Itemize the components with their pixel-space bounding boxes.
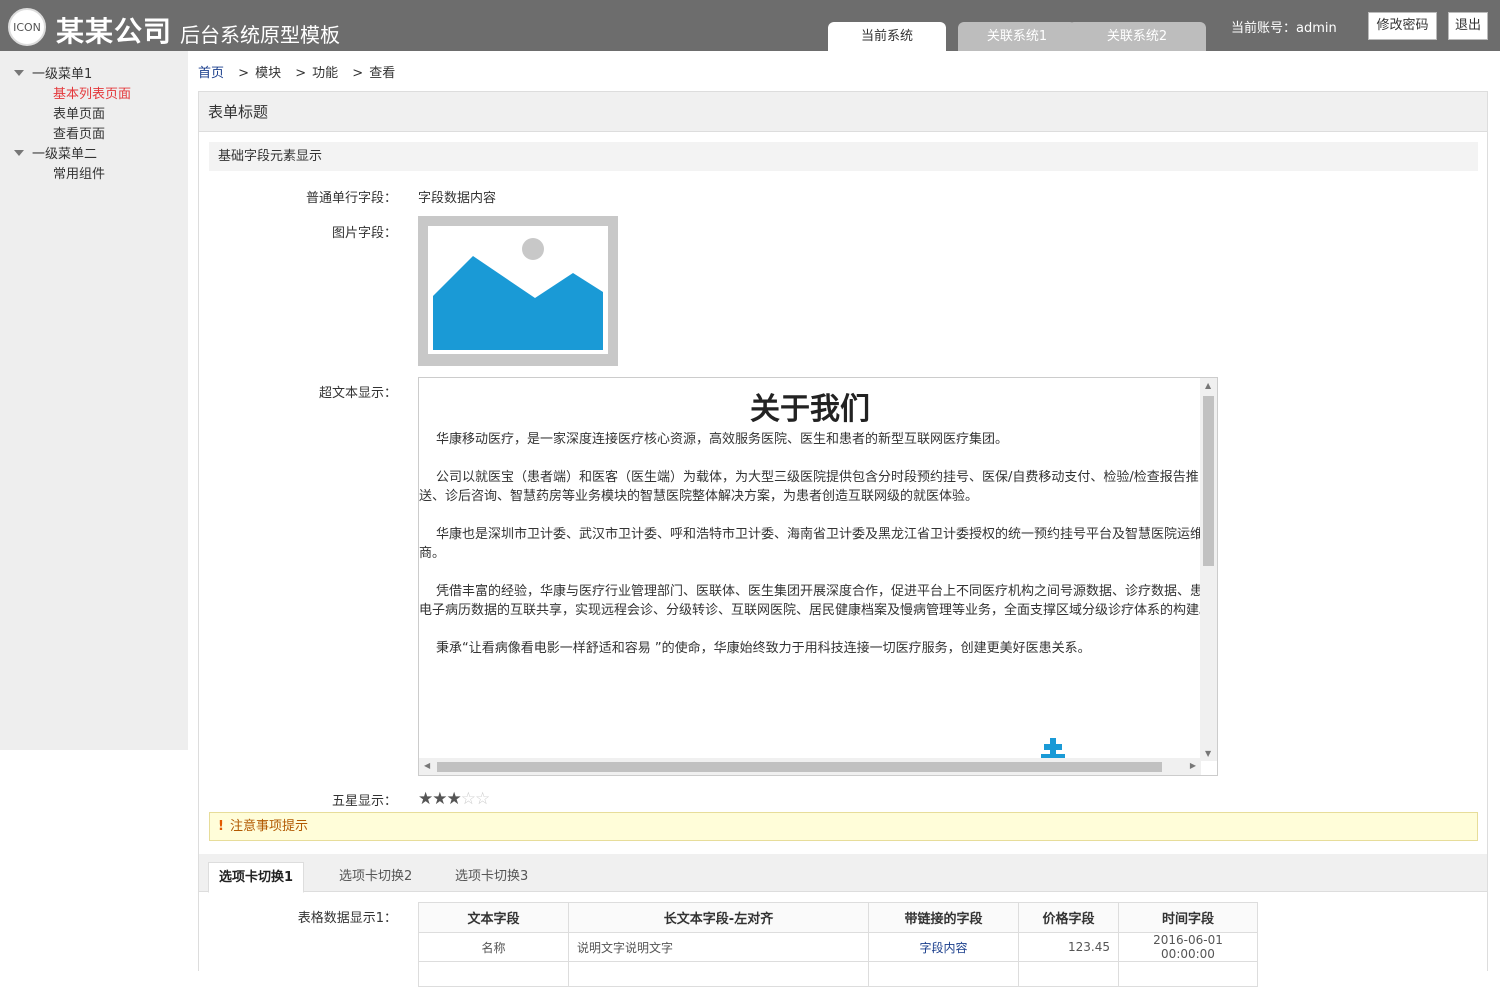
star-rating: ★★★☆☆ [418, 789, 490, 809]
tab-related-system-1[interactable]: 关联系统1 [958, 22, 1076, 51]
star-filled-icon: ★ [432, 789, 447, 809]
rich-paragraph: 华康移动医疗，是一家深度连接医疗核心资源，高效服务医院、医生和患者的新型互联网医… [436, 432, 1009, 447]
table-row [418, 961, 1258, 987]
sidebar-item-form-page[interactable]: 表单页面 [53, 103, 105, 122]
caret-down-icon [14, 150, 24, 156]
star-empty-icon: ☆ [460, 789, 476, 809]
star-filled-icon: ★ [418, 789, 433, 809]
vertical-scroll-thumb[interactable] [1203, 396, 1214, 566]
data-table: 文本字段 长文本字段-左对齐 带链接的字段 价格字段 时间字段 名称 说明文字说… [418, 902, 1258, 987]
text-field-value: 字段数据内容 [418, 191, 497, 206]
table-cell: 2016-06-01 00:00:00 [1118, 932, 1258, 962]
rich-text-label: 超文本显示： [318, 386, 397, 401]
breadcrumb-item: 查看 [369, 66, 396, 81]
table-cell [568, 961, 869, 987]
table-header[interactable]: 价格字段 [1018, 902, 1119, 933]
logo-text: ICON [13, 20, 41, 34]
medical-cross-icon [1041, 738, 1065, 758]
table-cell [1018, 961, 1119, 987]
table-cell: 123.45 [1018, 932, 1119, 962]
table-cell [1118, 961, 1258, 987]
scroll-down-icon[interactable]: ▼ [1205, 749, 1211, 758]
tab-switch-2[interactable]: 选项卡切换2 [329, 862, 422, 892]
logo-icon: ICON [8, 8, 46, 46]
table-label: 表格数据显示1： [297, 911, 397, 926]
star-empty-icon: ☆ [475, 789, 490, 809]
rich-paragraph: 秉承“让看病像看电影一样舒适和容易 ”的使命，华康始终致力于用科技连接一切医疗服… [436, 641, 1091, 656]
rich-paragraph: 公司以就医宝（患者端）和医客（医生端）为载体，为大型三级医院提供包含分时段预约挂… [419, 470, 1199, 504]
tab-related-system-2[interactable]: 关联系统2 [1068, 22, 1206, 51]
table-row: 名称 说明文字说明文字 字段内容 123.45 2016-06-01 00:00… [418, 932, 1258, 962]
table-cell [418, 961, 569, 987]
image-placeholder-icon [433, 238, 603, 350]
top-header: ICON 某某公司 后台系统原型模板 当前系统 关联系统1 关联系统2 当前账号… [0, 0, 1500, 51]
text-field-label: 普通单行字段： [305, 191, 397, 206]
table-header[interactable]: 带链接的字段 [868, 902, 1019, 933]
tab-bar: 选项卡切换1 选项卡切换2 选项卡切换3 [199, 854, 1487, 893]
scroll-left-icon[interactable]: ◀ [424, 761, 430, 770]
current-account: 当前账号：admin [1231, 21, 1337, 36]
breadcrumb-item[interactable]: 模块 [255, 66, 281, 81]
table-header[interactable]: 时间字段 [1118, 902, 1258, 933]
sidebar-group-label: 一级菜单二 [32, 147, 98, 162]
sidebar-group-2[interactable]: 一级菜单二 [14, 143, 97, 162]
logout-button[interactable]: 退出 [1448, 12, 1488, 40]
horizontal-scroll-thumb[interactable] [437, 762, 1162, 772]
star-filled-icon: ★ [446, 789, 462, 809]
system-title: 后台系统原型模板 [180, 23, 340, 47]
sidebar-group-label: 一级菜单1 [32, 67, 93, 82]
image-field-label: 图片字段： [331, 226, 397, 241]
notice-banner: ! 注意事项提示 [209, 812, 1478, 841]
rich-text-viewer[interactable]: 关于我们 华康移动医疗，是一家深度连接医疗核心资源，高效服务医院、医生和患者的新… [418, 377, 1218, 776]
breadcrumb-separator: > [352, 66, 364, 81]
table-cell-link[interactable]: 字段内容 [868, 932, 1019, 962]
scroll-up-icon[interactable]: ▲ [1205, 381, 1211, 390]
change-password-button[interactable]: 修改密码 [1368, 12, 1437, 40]
table-cell: 说明文字说明文字 [568, 932, 869, 962]
sidebar-item-common-components[interactable]: 常用组件 [53, 163, 105, 182]
caret-down-icon [14, 70, 24, 76]
table-cell [868, 961, 1019, 987]
breadcrumb-separator: > [295, 66, 307, 81]
sidebar-item-view-page[interactable]: 查看页面 [53, 123, 105, 142]
tab-switch-3[interactable]: 选项卡切换3 [445, 862, 538, 892]
form-title: 表单标题 [199, 92, 1487, 132]
tab-switch-1[interactable]: 选项卡切换1 [208, 862, 305, 893]
table-cell: 名称 [418, 932, 569, 962]
rich-text-content: 关于我们 华康移动医疗，是一家深度连接医疗核心资源，高效服务医院、医生和患者的新… [419, 378, 1201, 761]
table-header[interactable]: 文本字段 [418, 902, 569, 933]
stars-label: 五星显示： [331, 794, 397, 809]
vertical-scrollbar[interactable]: ▲ ▼ [1200, 378, 1217, 761]
table-header[interactable]: 长文本字段-左对齐 [568, 902, 869, 933]
rich-paragraph: 华康也是深圳市卫计委、武汉市卫计委、呼和浩特市卫计委、海南省卫计委及黑龙江省卫计… [419, 527, 1201, 561]
warning-icon: ! [218, 819, 224, 834]
breadcrumb-home[interactable]: 首页 [198, 66, 224, 81]
breadcrumb: 首页 > 模块 > 功能 > 查看 [198, 62, 395, 81]
sidebar: 一级菜单1 基本列表页面 表单页面 查看页面 一级菜单二 常用组件 [0, 51, 188, 750]
breadcrumb-separator: > [238, 66, 250, 81]
scroll-right-icon[interactable]: ▶ [1190, 761, 1196, 770]
section-title: 基础字段元素显示 [209, 142, 1478, 171]
rich-paragraph: 凭借丰富的经验，华康与医疗行业管理部门、医联体、医生集团开展深度合作，促进平台上… [419, 584, 1201, 618]
notice-text: 注意事项提示 [229, 819, 308, 834]
sidebar-group-1[interactable]: 一级菜单1 [14, 63, 92, 82]
sidebar-item-basic-list[interactable]: 基本列表页面 [53, 83, 131, 102]
rich-text-title: 关于我们 [750, 392, 870, 427]
company-name: 某某公司 [56, 15, 173, 48]
tab-current-system[interactable]: 当前系统 [828, 22, 946, 51]
form-panel: 表单标题 基础字段元素显示 普通单行字段： 字段数据内容 图片字段： 超文本显示… [198, 91, 1488, 987]
horizontal-scrollbar[interactable]: ◀ ▶ [419, 758, 1201, 775]
breadcrumb-item[interactable]: 功能 [312, 66, 338, 81]
image-placeholder[interactable] [418, 216, 618, 366]
